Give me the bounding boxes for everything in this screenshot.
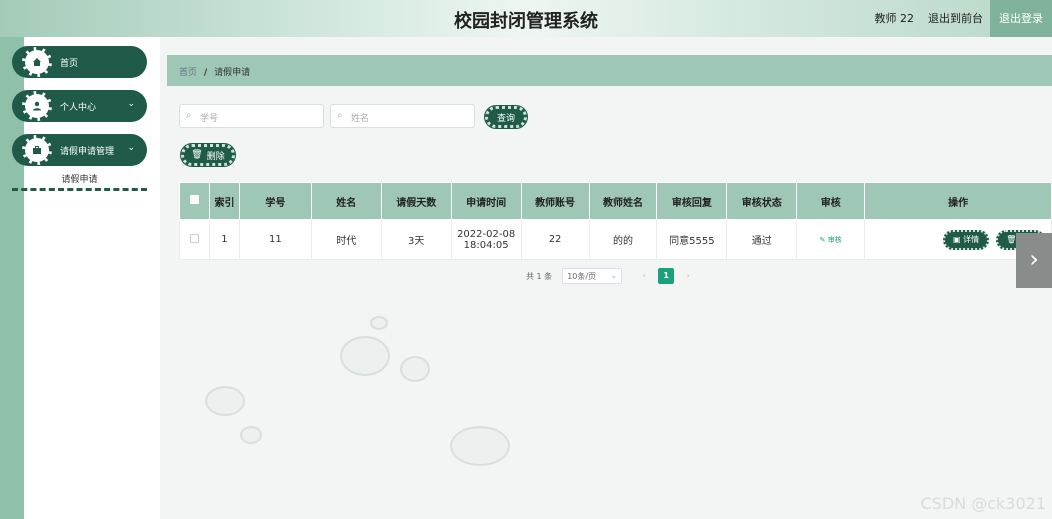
row-checkbox[interactable] bbox=[189, 233, 199, 243]
delete-label: 删除 bbox=[206, 151, 225, 162]
header-actions: 教师 22 退出到前台 退出登录 bbox=[868, 0, 1052, 37]
cell-index: 1 bbox=[208, 219, 240, 260]
briefcase-icon bbox=[22, 135, 52, 165]
cell-teacher-account: 22 bbox=[520, 219, 590, 260]
sidebar-subitem-leave-application[interactable]: 请假申请 bbox=[12, 171, 147, 191]
table-row: 1 11 时代 3天 2022-02-08 18:04:05 22 的的 同意5… bbox=[179, 219, 1052, 260]
breadcrumb: 首页 / 请假申请 bbox=[167, 55, 1052, 86]
name-placeholder: 姓名 bbox=[351, 114, 370, 124]
next-page-button[interactable]: › bbox=[680, 268, 697, 284]
detail-icon: ▣ bbox=[953, 234, 961, 244]
next-slide-arrow[interactable]: › bbox=[1016, 233, 1052, 288]
logout-button[interactable]: 退出登录 bbox=[990, 0, 1052, 37]
col-student-no[interactable]: 学号 bbox=[238, 182, 312, 220]
cell-status: 通过 bbox=[726, 219, 798, 260]
chevron-down-icon: ⌄ bbox=[127, 99, 135, 109]
page-size-select[interactable]: 10条/页 ⌄ bbox=[562, 268, 623, 284]
col-days[interactable]: 请假天数 bbox=[380, 182, 452, 220]
pagination: 共 1 条 10条/页 ⌄ ‹ 1 › bbox=[526, 268, 697, 284]
batch-delete-button[interactable]: 🗑 删除 bbox=[180, 143, 236, 167]
col-reply[interactable]: 审核回复 bbox=[656, 182, 728, 220]
top-header: 校园封闭管理系统 教师 22 退出到前台 退出登录 bbox=[0, 0, 1052, 37]
background-decoration bbox=[160, 86, 1052, 519]
student-no-placeholder: 学号 bbox=[200, 114, 219, 124]
table-header-row: 索引 学号 姓名 请假天数 申请时间 教师账号 教师姓名 审核回复 审核状态 审… bbox=[179, 182, 1052, 220]
col-teacher-name[interactable]: 教师姓名 bbox=[588, 182, 658, 220]
trash-icon: 🗑 bbox=[1006, 234, 1017, 244]
col-status[interactable]: 审核状态 bbox=[726, 182, 798, 220]
cell-days: 3天 bbox=[380, 219, 452, 260]
select-all-checkbox[interactable] bbox=[189, 195, 199, 204]
pagination-total: 共 1 条 bbox=[526, 271, 553, 281]
cell-time-clock: 18:04:05 bbox=[463, 239, 509, 251]
edit-icon: ✎ bbox=[819, 236, 826, 244]
student-no-input[interactable]: ⌕ 学号 bbox=[179, 104, 324, 128]
cell-student-no: 11 bbox=[238, 219, 312, 260]
watermark: CSDN @ck3021 bbox=[920, 494, 1046, 513]
col-audit: 审核 bbox=[796, 182, 866, 220]
sidebar-item-label: 请假申请管理 bbox=[60, 146, 115, 157]
row-select-cell[interactable] bbox=[179, 219, 210, 260]
col-actions: 操作 bbox=[864, 182, 1052, 220]
sidebar-item-label: 首页 bbox=[60, 58, 79, 69]
current-user: 教师 22 bbox=[874, 12, 915, 25]
detail-label: 详情 bbox=[963, 234, 980, 244]
user-icon bbox=[22, 91, 52, 121]
col-time[interactable]: 申请时间 bbox=[450, 182, 522, 220]
current-page[interactable]: 1 bbox=[658, 268, 675, 284]
sidebar-item-label: 个人中心 bbox=[60, 102, 97, 113]
home-icon bbox=[22, 47, 52, 77]
audit-label: 审核 bbox=[827, 236, 842, 244]
leave-table: 索引 学号 姓名 请假天数 申请时间 教师账号 教师姓名 审核回复 审核状态 审… bbox=[179, 182, 1052, 260]
prev-page-button[interactable]: ‹ bbox=[636, 268, 653, 284]
sidebar-item-leave-management[interactable]: 请假申请管理 ⌄ bbox=[12, 134, 147, 166]
chevron-down-icon: ⌄ bbox=[610, 271, 618, 280]
name-input[interactable]: ⌕ 姓名 bbox=[330, 104, 475, 128]
trash-icon: 🗑 bbox=[191, 150, 203, 160]
detail-button[interactable]: ▣ 详情 bbox=[943, 229, 990, 250]
breadcrumb-home[interactable]: 首页 bbox=[179, 68, 197, 78]
audit-link[interactable]: ✎ 审核 bbox=[820, 236, 842, 244]
cell-teacher-name: 的的 bbox=[588, 219, 658, 260]
breadcrumb-separator: / bbox=[203, 68, 208, 78]
cell-time: 2022-02-08 18:04:05 bbox=[450, 219, 522, 260]
chevron-down-icon: ⌄ bbox=[127, 143, 135, 153]
query-button[interactable]: 查询 bbox=[484, 105, 528, 129]
select-all-cell[interactable] bbox=[179, 182, 210, 220]
breadcrumb-current: 请假申请 bbox=[214, 68, 251, 78]
sidebar: 首页 个人中心 ⌄ 请假申请管理 ⌄ 请假申请 bbox=[12, 37, 160, 519]
sidebar-item-personal-center[interactable]: 个人中心 ⌄ bbox=[12, 90, 147, 122]
col-name[interactable]: 姓名 bbox=[310, 182, 382, 220]
cell-audit: ✎ 审核 bbox=[796, 219, 866, 260]
page-size-value: 10条/页 bbox=[567, 272, 597, 281]
cell-time-date: 2022-02-08 bbox=[457, 228, 516, 240]
back-to-front-link[interactable]: 退出到前台 bbox=[921, 0, 990, 37]
search-icon: ⌕ bbox=[337, 110, 343, 121]
cell-name: 时代 bbox=[310, 219, 382, 260]
sidebar-item-home[interactable]: 首页 bbox=[12, 46, 147, 78]
cell-reply: 同意5555 bbox=[656, 219, 728, 260]
query-label: 查询 bbox=[496, 113, 515, 124]
col-index[interactable]: 索引 bbox=[208, 182, 240, 220]
col-teacher-account[interactable]: 教师账号 bbox=[520, 182, 590, 220]
search-icon: ⌕ bbox=[186, 110, 192, 121]
